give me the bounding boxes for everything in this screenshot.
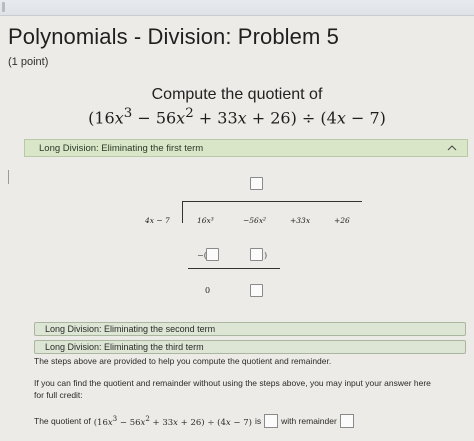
quotient-term-input[interactable]	[250, 177, 263, 190]
difference-term-input[interactable]	[250, 284, 263, 297]
dividend-term-2: −56x²	[243, 216, 267, 225]
final-is-label: is	[254, 416, 262, 426]
division-bracket	[182, 201, 183, 223]
subtract-term-2-input[interactable]	[250, 248, 263, 261]
shortcut-text-line2: for full credit:	[34, 390, 83, 400]
quotient-answer-input[interactable]	[264, 414, 279, 428]
first-term-panel-label: Long Division: Eliminating the first ter…	[39, 143, 204, 154]
third-term-panel-label: Long Division: Eliminating the third ter…	[45, 342, 204, 352]
final-expression: (16x3 − 56x2 + 33x + 26) ÷ (4x − 7)	[93, 414, 252, 428]
steps-help-text: The steps above are provided to help you…	[34, 356, 332, 366]
long-division-workspace: 4x − 7 16x³ −56x² +33x +26 −( ) 0	[0, 160, 474, 315]
second-term-panel[interactable]: Long Division: Eliminating the second te…	[34, 322, 466, 336]
toolbar-handle-icon	[2, 2, 5, 12]
subtraction-rule	[188, 268, 280, 269]
problem-prompt: Compute the quotient of	[151, 86, 323, 103]
second-term-panel-label: Long Division: Eliminating the second te…	[45, 324, 216, 334]
top-toolbar	[0, 0, 474, 16]
page-title: Polynomials - Division: Problem 5	[8, 24, 339, 49]
divisor-text: 4x − 7	[145, 216, 170, 225]
remainder-answer-input[interactable]	[339, 414, 354, 428]
dividend-term-4: +26	[334, 216, 350, 225]
third-term-panel[interactable]: Long Division: Eliminating the third ter…	[34, 340, 466, 354]
chevron-up-icon[interactable]	[447, 143, 457, 153]
dividend-term-1: 16x³	[197, 216, 214, 225]
final-answer-row: The quotient of (16x3 − 56x2 + 33x + 26)…	[34, 414, 354, 428]
shortcut-text-line1: If you can find the quotient and remaind…	[34, 378, 431, 388]
subtract-term-1-input[interactable]	[206, 248, 219, 261]
points-label: (1 point)	[8, 56, 49, 68]
first-term-panel-header[interactable]: Long Division: Eliminating the first ter…	[24, 139, 468, 157]
final-remainder-label: with remainder	[281, 416, 337, 426]
problem-expression: (16x3 − 56x2 + 33x + 26) ÷ (4x − 7)	[88, 106, 386, 128]
remainder-zero: 0	[205, 286, 211, 295]
final-prefix: The quotient of	[34, 416, 91, 426]
division-bar	[182, 201, 362, 202]
dividend-term-3: +33x	[290, 216, 311, 225]
close-paren: )	[264, 251, 268, 260]
